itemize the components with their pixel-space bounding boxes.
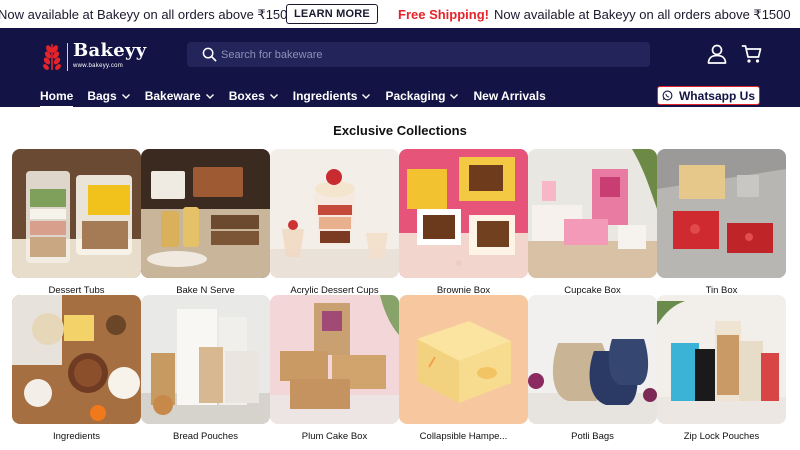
search-bar[interactable] xyxy=(187,42,650,67)
plum-cake-box-image[interactable] xyxy=(270,295,399,424)
main-nav: Home Bags Bakeware Boxes Ingredients Pac… xyxy=(40,87,546,108)
nav-boxes-label: Boxes xyxy=(228,89,265,103)
brownie-box-image[interactable] xyxy=(399,149,528,278)
collection-card-zip-lock-pouches[interactable]: Zip Lock Pouches xyxy=(657,295,786,442)
nav-bags[interactable]: Bags xyxy=(87,87,130,105)
announcement-text-left: Now available at Bakeyy on all orders ab… xyxy=(0,7,295,22)
nav-bags-label: Bags xyxy=(87,89,117,103)
collection-card-tin-box[interactable]: Tin Box xyxy=(657,149,786,296)
collection-card-bake-n-serve[interactable]: Bake N Serve xyxy=(141,149,270,296)
collection-card-brownie-box[interactable]: Brownie Box xyxy=(399,149,528,296)
bake-n-serve-image[interactable] xyxy=(141,149,270,278)
free-shipping-text: Free Shipping! xyxy=(398,7,489,22)
collapsible-hamper-image[interactable] xyxy=(399,295,528,424)
nav-ingredients[interactable]: Ingredients xyxy=(293,87,372,105)
announcement-bar: Now available at Bakeyy on all orders ab… xyxy=(0,0,800,28)
collection-label[interactable]: Plum Cake Box xyxy=(270,431,399,442)
chevron-down-icon xyxy=(205,94,214,99)
collection-label[interactable]: Bread Pouches xyxy=(141,431,270,442)
search-input[interactable] xyxy=(221,45,621,64)
collection-card-plum-cake-box[interactable]: Plum Cake Box xyxy=(270,295,399,442)
nav-ingredients-label: Ingredients xyxy=(292,89,358,103)
nav-home-label: Home xyxy=(40,89,74,103)
nav-boxes[interactable]: Boxes xyxy=(229,87,279,105)
nav-home[interactable]: Home xyxy=(40,87,74,108)
chevron-down-icon xyxy=(269,94,278,99)
cupcake-box-image[interactable] xyxy=(528,149,657,278)
wheat-logo-icon xyxy=(43,44,61,70)
section-title: Exclusive Collections xyxy=(333,123,467,138)
collection-label[interactable]: Zip Lock Pouches xyxy=(657,431,786,442)
collection-card-dessert-tubs[interactable]: Dessert Tubs xyxy=(12,149,141,296)
collection-card-bread-pouches[interactable]: Bread Pouches xyxy=(141,295,270,442)
collection-card-collapsible-hamper[interactable]: Collapsible Hampe... xyxy=(399,295,528,442)
announcement-text-right: Now available at Bakeyy on all orders ab… xyxy=(494,7,791,22)
nav-packaging-label: Packaging xyxy=(385,89,446,103)
brand-logo[interactable]: Bakeyy www.bakeyy.com xyxy=(40,40,146,74)
whatsapp-icon xyxy=(662,90,673,101)
ingredients-image[interactable] xyxy=(12,295,141,424)
nav-packaging[interactable]: Packaging xyxy=(385,87,459,105)
nav-bakeware-label: Bakeware xyxy=(144,89,201,103)
chevron-down-icon xyxy=(121,94,130,99)
bread-pouches-image[interactable] xyxy=(141,295,270,424)
whatsapp-label: Whatsapp Us xyxy=(678,88,755,103)
brand-url: www.bakeyy.com xyxy=(73,63,124,69)
brand-name: Bakeyy xyxy=(73,40,147,61)
potli-bags-image[interactable] xyxy=(528,295,657,424)
tin-box-image[interactable] xyxy=(657,149,786,278)
zip-lock-pouches-image[interactable] xyxy=(657,295,786,424)
dessert-tubs-image[interactable] xyxy=(12,149,141,278)
search-icon[interactable] xyxy=(202,47,217,62)
whatsapp-button[interactable]: Whatsapp Us xyxy=(657,86,760,105)
collection-card-potli-bags[interactable]: Potli Bags xyxy=(528,295,657,442)
learn-more-button[interactable]: LEARN MORE xyxy=(286,4,378,24)
logo-divider xyxy=(67,43,68,71)
collection-label[interactable]: Ingredients xyxy=(12,431,141,442)
collection-card-cupcake-box[interactable]: Cupcake Box xyxy=(528,149,657,296)
cart-icon[interactable] xyxy=(741,43,763,65)
nav-new-arrivals-label: New Arrivals xyxy=(473,89,546,103)
collection-label[interactable]: Collapsible Hampe... xyxy=(399,431,528,442)
acrylic-dessert-cups-image[interactable] xyxy=(270,149,399,278)
collection-label[interactable]: Potli Bags xyxy=(528,431,657,442)
collection-card-ingredients[interactable]: Ingredients xyxy=(12,295,141,442)
chevron-down-icon xyxy=(362,94,371,99)
nav-bakeware[interactable]: Bakeware xyxy=(145,87,215,105)
nav-new-arrivals[interactable]: New Arrivals xyxy=(473,87,545,105)
chevron-down-icon xyxy=(450,94,459,99)
site-header: Bakeyy www.bakeyy.com Home Bags Bakeware… xyxy=(0,28,800,108)
user-account-icon[interactable] xyxy=(706,43,728,65)
collection-card-acrylic-dessert-cups[interactable]: Acrylic Dessert Cups xyxy=(270,149,399,296)
